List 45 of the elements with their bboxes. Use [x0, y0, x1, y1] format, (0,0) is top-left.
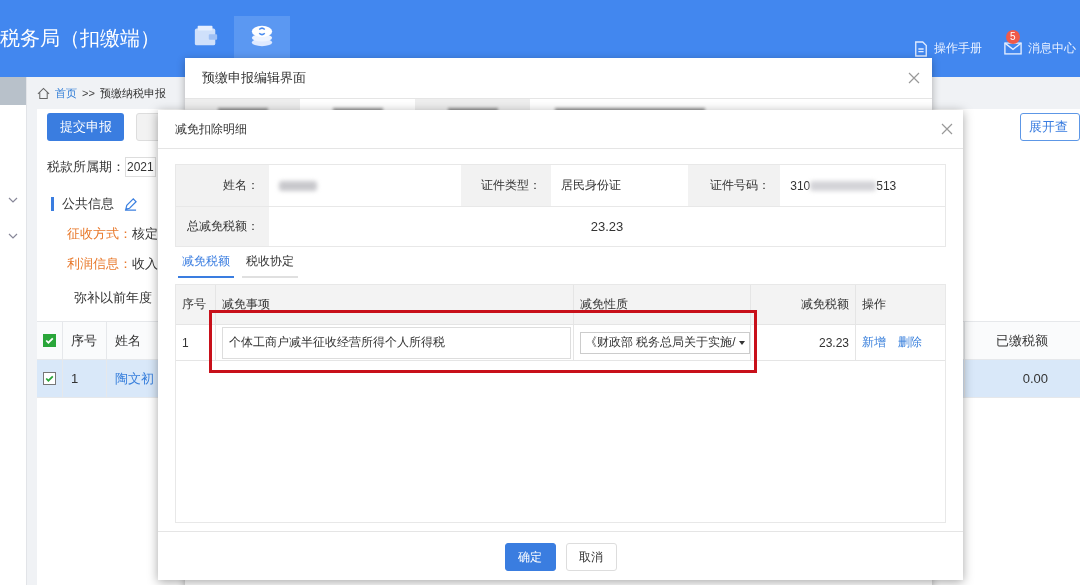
column-header: 序号 — [63, 322, 107, 359]
field-label: 证件号码： — [688, 165, 781, 206]
field-label: 姓名： — [176, 165, 269, 206]
field-label: 证件类型： — [460, 165, 551, 206]
breadcrumb-link[interactable]: 首页 — [55, 85, 77, 101]
dialog-title: 减免扣除明细 — [175, 120, 247, 138]
info-value: 收入 — [132, 255, 158, 273]
field-value: 居民身份证 — [559, 177, 622, 194]
info-label: 利润信息： — [67, 255, 132, 273]
cancel-button[interactable]: 取消 — [565, 543, 617, 571]
column-header: 序号 — [176, 285, 216, 324]
column-header: 姓名 — [114, 331, 141, 350]
period-label: 税款所属期： — [47, 158, 125, 176]
action-link[interactable]: 删除 — [898, 334, 922, 351]
breadcrumb-separator: >> — [82, 87, 95, 99]
field-label: 总减免税额： — [176, 207, 269, 246]
notification-badge: 5 — [1006, 30, 1020, 44]
submit-button[interactable]: 提交申报 — [47, 113, 124, 141]
confirm-button[interactable]: 确定 — [504, 543, 556, 571]
action-link[interactable]: 新增 — [862, 334, 886, 351]
id-number-start: 310 — [790, 178, 811, 193]
item-field[interactable]: 个体工商户减半征收经营所得个人所得税 — [222, 326, 571, 359]
column-header: 操作 — [861, 296, 887, 313]
section-title: 公共信息 — [62, 195, 114, 213]
name-link[interactable]: 陶文初 — [107, 369, 154, 388]
column-header: 已缴税额 — [964, 322, 1080, 359]
tab[interactable]: 减免税额 — [178, 247, 234, 278]
info-label: 征收方式： — [67, 225, 132, 243]
field-value: 23.23 — [590, 219, 624, 234]
nature-select[interactable]: 《财政部 税务总局关于实施/ — [580, 331, 750, 354]
tab[interactable]: 税收协定 — [242, 247, 298, 278]
column-header: 减免性质 — [574, 285, 751, 324]
table-cell: 0.00 — [964, 360, 1080, 397]
period-field[interactable]: 2021 — [125, 157, 156, 177]
app-title: 税务局（扣缴端） — [0, 26, 161, 51]
note-text: 弥补以前年度 — [74, 289, 152, 307]
expand-query-button[interactable]: 展开查 — [1020, 113, 1080, 141]
info-value: 核定 — [132, 225, 158, 243]
dialog-title: 预缴申报编辑界面 — [202, 69, 306, 87]
breadcrumb-current: 预缴纳税申报 — [99, 85, 166, 101]
header-link[interactable]: 操作手册 — [914, 40, 982, 57]
column-header: 减免税额 — [751, 285, 856, 324]
column-header: 减免事项 — [216, 285, 574, 324]
table-cell: 1 — [63, 360, 107, 397]
id-number-end: 513 — [876, 178, 897, 193]
